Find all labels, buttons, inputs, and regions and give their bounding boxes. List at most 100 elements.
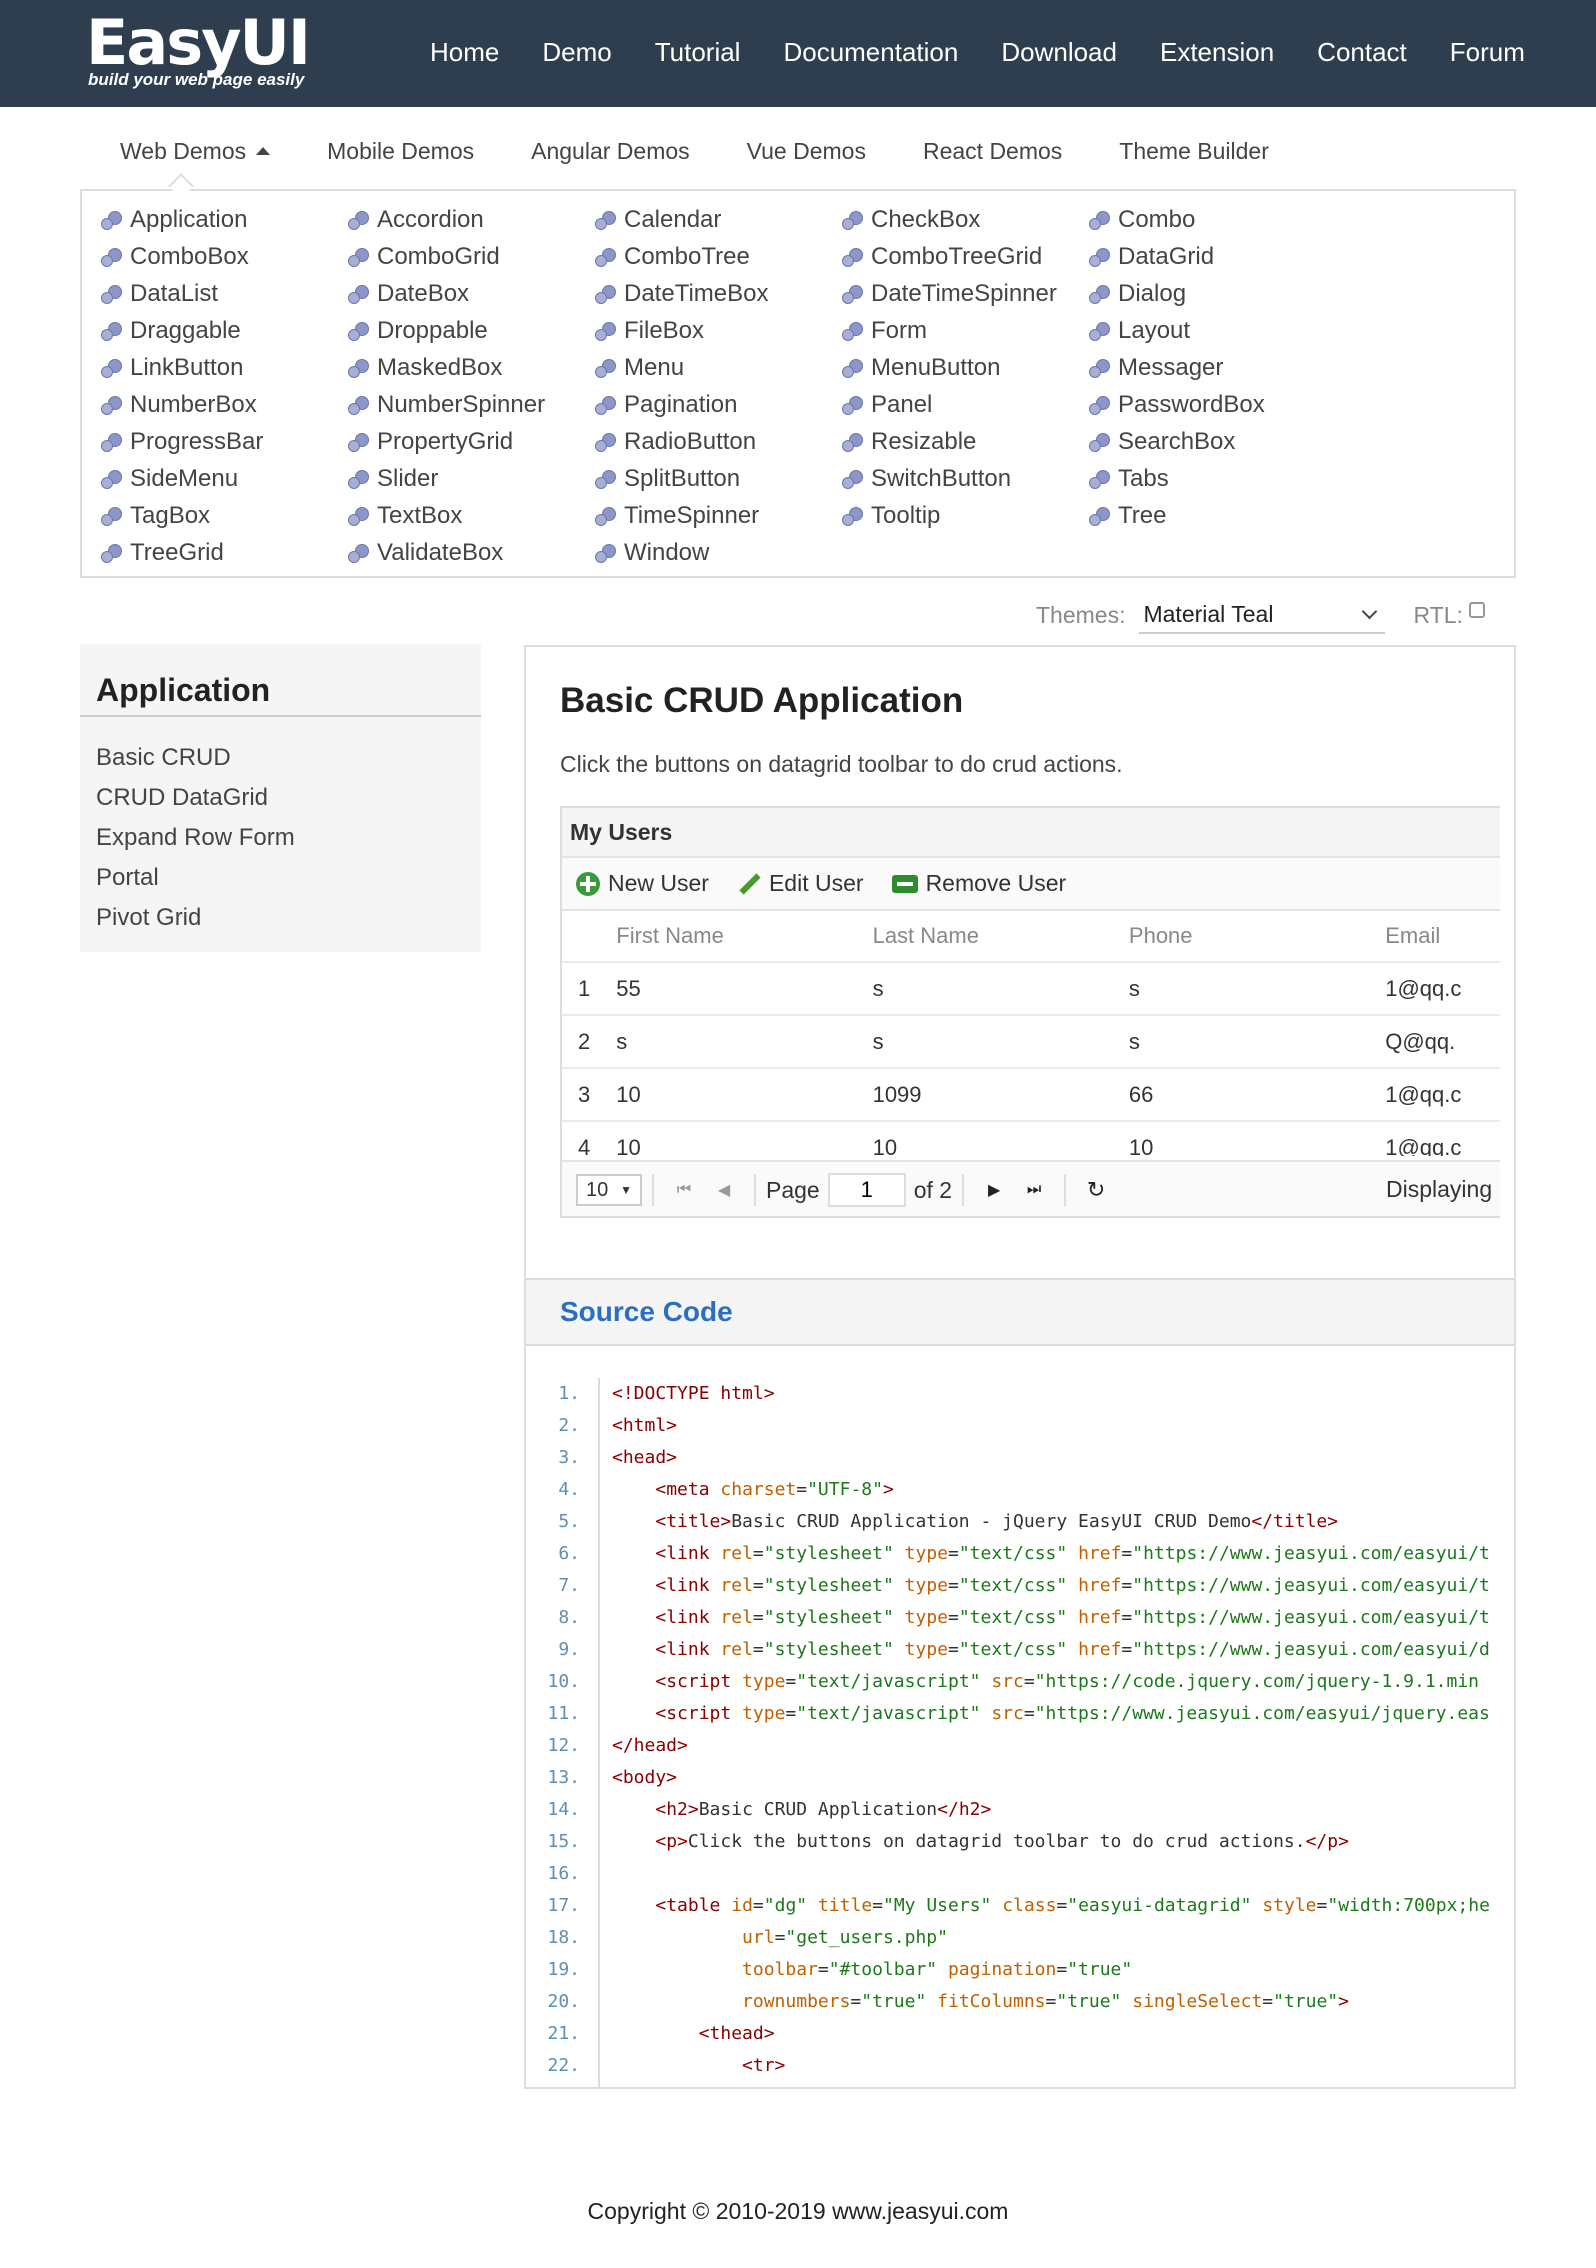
pager-separator (754, 1174, 756, 1206)
demo-link-checkbox[interactable]: CheckBox (841, 201, 1088, 238)
demo-link-window[interactable]: Window (594, 534, 841, 571)
table-row[interactable]: 1 55 s s 1@qq.c (562, 963, 1500, 1016)
demo-link-numberbox[interactable]: NumberBox (100, 386, 347, 423)
demo-link-menu[interactable]: Menu (594, 349, 841, 386)
demo-link-messager[interactable]: Messager (1088, 349, 1335, 386)
demo-link-tooltip[interactable]: Tooltip (841, 497, 1088, 534)
next-page-icon[interactable]: ▶ (974, 1173, 1014, 1207)
refresh-icon[interactable]: ↻ (1076, 1173, 1116, 1207)
demo-content-panel: Basic CRUD Application Click the buttons… (524, 645, 1516, 2089)
subnav-mobile-demos[interactable]: Mobile Demos (327, 136, 474, 166)
demo-link-switchbutton[interactable]: SwitchButton (841, 460, 1088, 497)
subnav-theme-builder[interactable]: Theme Builder (1119, 136, 1269, 166)
demo-link-progressbar[interactable]: ProgressBar (100, 423, 347, 460)
demo-link-droppable[interactable]: Droppable (347, 312, 594, 349)
table-row[interactable]: 3 10 1099 66 1@qq.c (562, 1069, 1500, 1122)
demo-link-resizable[interactable]: Resizable (841, 423, 1088, 460)
nav-home[interactable]: Home (430, 34, 499, 70)
demo-link-textbox[interactable]: TextBox (347, 497, 594, 534)
new-user-button[interactable]: New User (576, 870, 709, 897)
demo-link-linkbutton[interactable]: LinkButton (100, 349, 347, 386)
code-line: 2. <html> (526, 1410, 1514, 1442)
column-header-last-name[interactable]: Last Name (873, 923, 1129, 949)
demo-link-tabs[interactable]: Tabs (1088, 460, 1335, 497)
easyui-logo[interactable]: EasyUI build your web page easily (86, 10, 311, 90)
column-header-first-name[interactable]: First Name (616, 923, 872, 949)
demo-link-tagbox[interactable]: TagBox (100, 497, 347, 534)
page-number-input[interactable] (827, 1173, 906, 1207)
cell-email: 1@qq.c (1385, 975, 1462, 1001)
demo-link-validatebox[interactable]: ValidateBox (347, 534, 594, 571)
theme-select[interactable]: Material Teal (1139, 596, 1386, 634)
demo-link-numberspinner[interactable]: NumberSpinner (347, 386, 594, 423)
demo-link-sidemenu[interactable]: SideMenu (100, 460, 347, 497)
demo-link-propertygrid[interactable]: PropertyGrid (347, 423, 594, 460)
nav-download[interactable]: Download (1001, 34, 1117, 70)
sidebar-item-expand-row-form[interactable]: Expand Row Form (96, 818, 295, 858)
demo-link-tree[interactable]: Tree (1088, 497, 1335, 534)
table-row[interactable]: 2 s s s Q@qq. (562, 1016, 1500, 1069)
demo-link-datetimespinner[interactable]: DateTimeSpinner (841, 275, 1088, 312)
column-header-phone[interactable]: Phone (1129, 923, 1385, 949)
demo-link-layout[interactable]: Layout (1088, 312, 1335, 349)
table-row[interactable]: 4 10 10 10 1@qq.c (562, 1122, 1500, 1157)
demo-link-timespinner[interactable]: TimeSpinner (594, 497, 841, 534)
demo-link-datalist[interactable]: DataList (100, 275, 347, 312)
page-size-select[interactable]: 10 ▼ (576, 1174, 642, 1206)
demo-link-calendar[interactable]: Calendar (594, 201, 841, 238)
column-header-email[interactable]: Email (1385, 923, 1500, 949)
nav-demo[interactable]: Demo (542, 34, 611, 70)
last-page-icon[interactable]: ⏭ (1014, 1173, 1054, 1207)
demo-link-panel[interactable]: Panel (841, 386, 1088, 423)
cell-phone: 66 (1128, 1081, 1154, 1107)
demo-link-passwordbox[interactable]: PasswordBox (1088, 386, 1335, 423)
demo-link-combotreegrid[interactable]: ComboTreeGrid (841, 238, 1088, 275)
demo-category-nav: Web Demos Mobile Demos Angular Demos Vue… (120, 136, 1326, 166)
nav-forum[interactable]: Forum (1450, 34, 1525, 70)
demo-link-datagrid[interactable]: DataGrid (1088, 238, 1335, 275)
subnav-react-demos[interactable]: React Demos (923, 136, 1062, 166)
nav-documentation[interactable]: Documentation (783, 34, 958, 70)
demo-link-pagination[interactable]: Pagination (594, 386, 841, 423)
first-page-icon[interactable]: ⏮ (664, 1173, 704, 1207)
sidebar-item-basic-crud[interactable]: Basic CRUD (96, 738, 295, 778)
demo-link-slider[interactable]: Slider (347, 460, 594, 497)
demo-link-combobox[interactable]: ComboBox (100, 238, 347, 275)
demo-link-accordion[interactable]: Accordion (347, 201, 594, 238)
edit-user-button[interactable]: Edit User (737, 870, 864, 897)
gears-icon (1088, 247, 1110, 267)
nav-extension[interactable]: Extension (1160, 34, 1274, 70)
demo-link-combo[interactable]: Combo (1088, 201, 1335, 238)
sidebar-item-crud-datagrid[interactable]: CRUD DataGrid (96, 778, 295, 818)
pager-displaying: Displaying (1386, 1176, 1493, 1202)
sidebar-item-portal[interactable]: Portal (96, 858, 295, 898)
demo-link-draggable[interactable]: Draggable (100, 312, 347, 349)
subnav-angular-demos[interactable]: Angular Demos (531, 136, 690, 166)
nav-contact[interactable]: Contact (1317, 34, 1407, 70)
demo-link-menubutton[interactable]: MenuButton (841, 349, 1088, 386)
nav-tutorial[interactable]: Tutorial (655, 34, 741, 70)
demo-link-splitbutton[interactable]: SplitButton (594, 460, 841, 497)
sidebar-item-pivot-grid[interactable]: Pivot Grid (96, 898, 295, 938)
rtl-checkbox[interactable] (1468, 602, 1485, 618)
demo-link-filebox[interactable]: FileBox (594, 312, 841, 349)
demo-link-application[interactable]: Application (100, 201, 347, 238)
demo-link-maskedbox[interactable]: MaskedBox (347, 349, 594, 386)
demo-link-form[interactable]: Form (841, 312, 1088, 349)
demo-link-datetimebox[interactable]: DateTimeBox (594, 275, 841, 312)
cell-phone: s (1128, 1028, 1140, 1054)
remove-user-button[interactable]: Remove User (891, 870, 1066, 897)
demo-link-dialog[interactable]: Dialog (1088, 275, 1335, 312)
subnav-web-demos[interactable]: Web Demos (120, 136, 271, 166)
subnav-vue-demos[interactable]: Vue Demos (747, 136, 866, 166)
demo-link-label: TagBox (130, 501, 211, 529)
line-number: 12. (547, 1735, 580, 1756)
line-number: 13. (547, 1767, 580, 1788)
demo-link-combotree[interactable]: ComboTree (594, 238, 841, 275)
demo-link-radiobutton[interactable]: RadioButton (594, 423, 841, 460)
prev-page-icon[interactable]: ◀ (704, 1173, 744, 1207)
demo-link-combogrid[interactable]: ComboGrid (347, 238, 594, 275)
demo-link-searchbox[interactable]: SearchBox (1088, 423, 1335, 460)
demo-link-treegrid[interactable]: TreeGrid (100, 534, 347, 571)
demo-link-datebox[interactable]: DateBox (347, 275, 594, 312)
